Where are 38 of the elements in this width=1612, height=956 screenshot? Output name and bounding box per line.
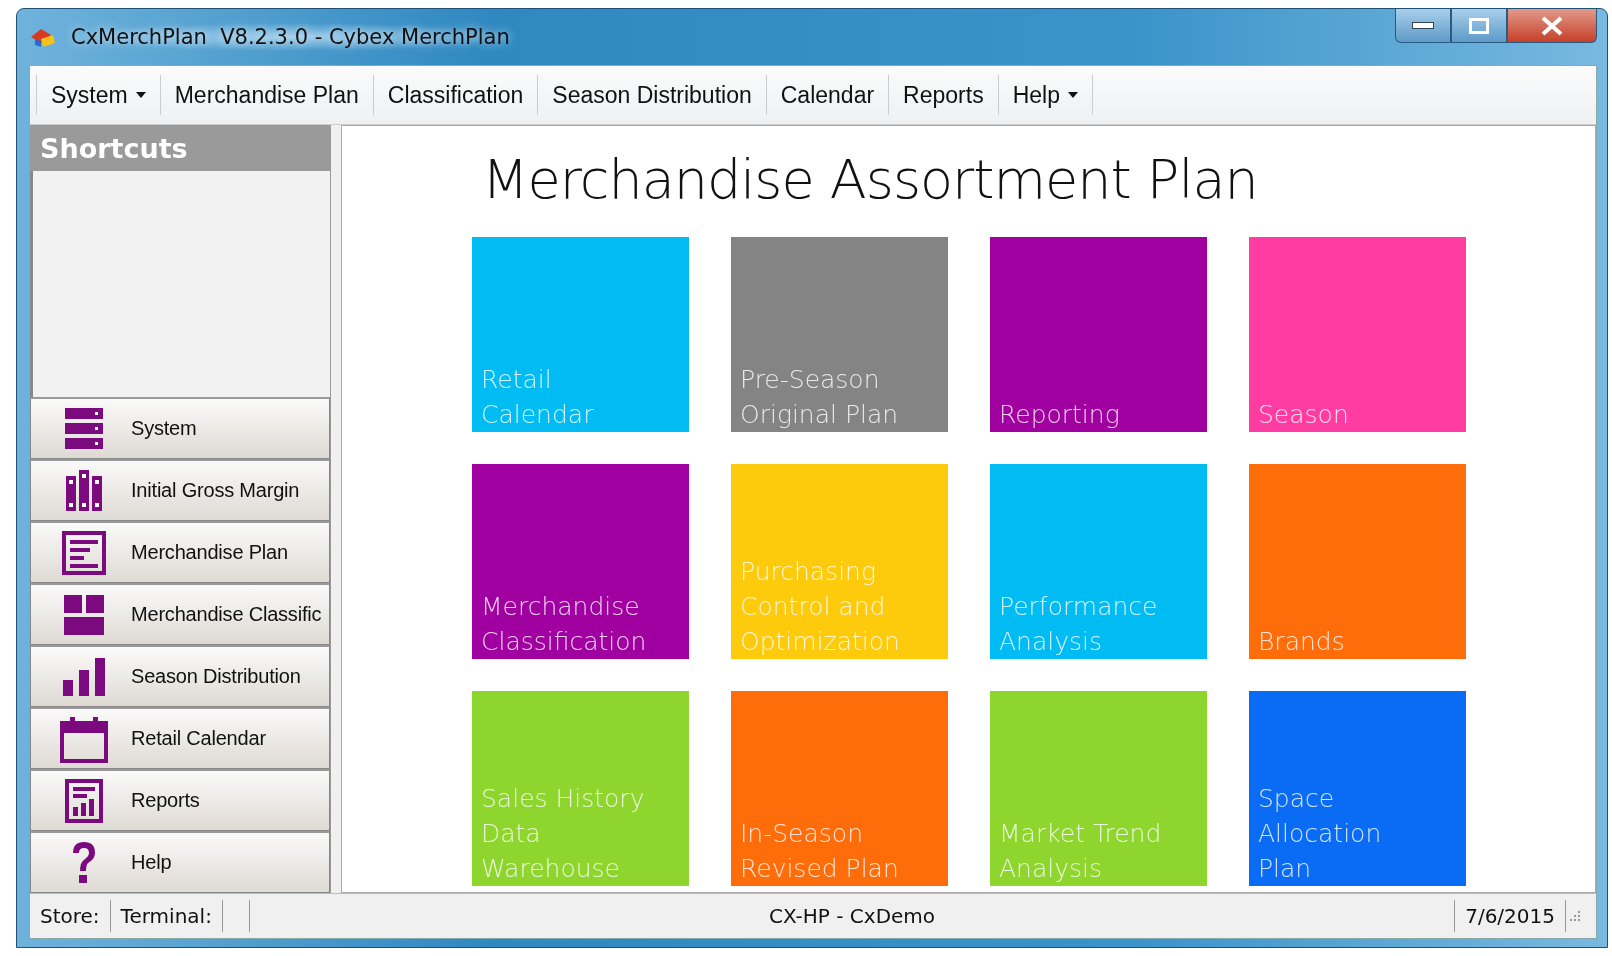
blocks-icon xyxy=(63,594,105,635)
tile[interactable]: Reporting xyxy=(990,237,1207,432)
calendar-icon xyxy=(60,714,108,763)
shortcut-item[interactable]: Initial Gross Margin xyxy=(30,459,330,521)
maximize-icon xyxy=(1469,17,1489,34)
page-title: Merchandise Assortment Plan xyxy=(482,148,1259,211)
minimize-icon xyxy=(1412,22,1434,29)
menu-item[interactable]: Calendar xyxy=(765,75,889,115)
document-icon xyxy=(62,530,106,575)
minimize-button[interactable] xyxy=(1395,9,1451,43)
menu-item[interactable]: Reports xyxy=(888,75,998,115)
menu-item[interactable]: Season Distribution xyxy=(537,75,766,115)
menu-item[interactable]: Merchandise Plan xyxy=(159,75,373,115)
shortcut-item[interactable]: Reports xyxy=(30,769,330,831)
terminal-label: Terminal: xyxy=(110,900,223,932)
close-icon xyxy=(1540,15,1564,36)
shortcut-item[interactable]: Retail Calendar xyxy=(30,707,330,769)
menu-item[interactable]: System xyxy=(36,75,160,115)
menu-item[interactable]: Classification xyxy=(372,75,538,115)
close-button[interactable] xyxy=(1507,9,1597,43)
status-date: 7/6/2015 xyxy=(1454,900,1566,932)
shortcut-item[interactable]: System xyxy=(30,397,330,459)
shortcut-item[interactable]: Merchandise Classific xyxy=(30,583,330,645)
store-label: Store: xyxy=(30,900,111,932)
columns-icon xyxy=(64,469,104,512)
help-icon xyxy=(71,840,97,885)
status-text: CX-HP - CxDemo xyxy=(768,904,936,928)
shortcut-item[interactable]: Merchandise Plan xyxy=(30,521,330,583)
report-icon xyxy=(65,778,103,823)
shortcuts-header: Shortcuts xyxy=(30,125,330,171)
shortcut-item[interactable]: Help xyxy=(30,831,330,893)
server-icon xyxy=(64,407,104,450)
shortcut-item[interactable]: Season Distribution xyxy=(30,645,330,707)
menu-item[interactable]: Help xyxy=(997,75,1093,115)
tile[interactable]: Space Allocation Plan xyxy=(1249,691,1466,886)
bar-chart-icon xyxy=(63,657,105,696)
tile[interactable]: Merchandise Classification xyxy=(472,464,689,659)
maximize-button[interactable] xyxy=(1451,9,1507,43)
